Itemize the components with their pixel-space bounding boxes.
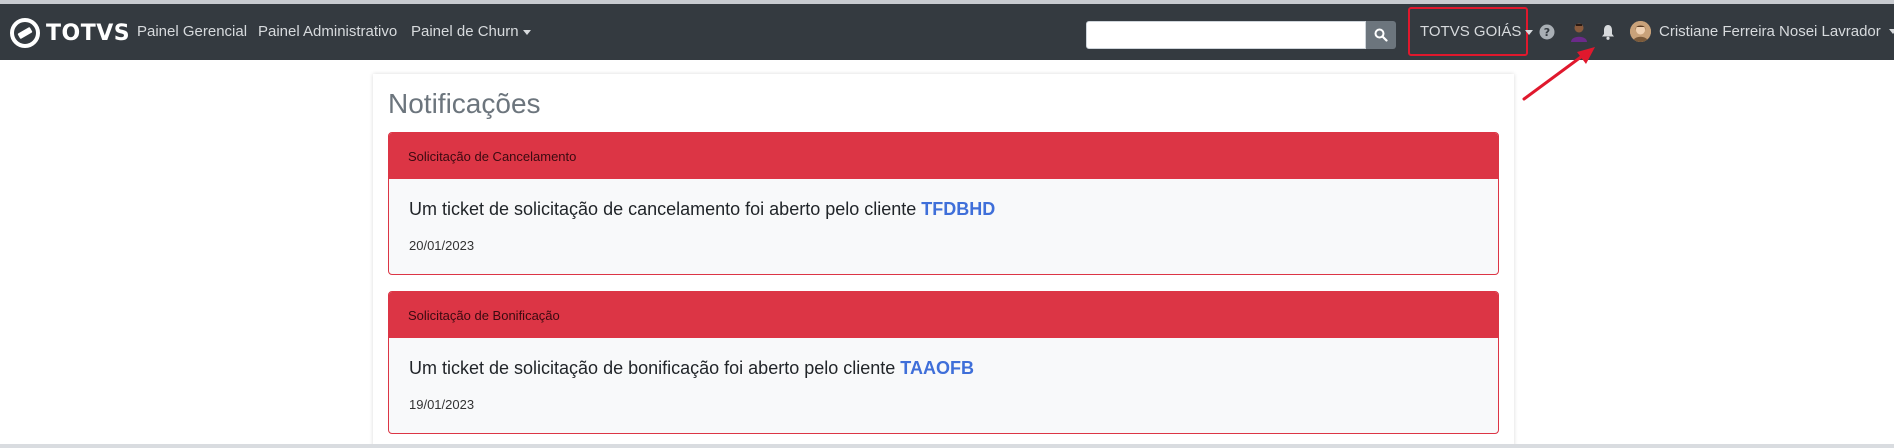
- tenant-label: TOTVS GOIÁS: [1420, 23, 1522, 40]
- user-name: Cristiane Ferreira Nosei Lavrador: [1659, 23, 1881, 40]
- notification-message: Um ticket de solicitação de bonificação …: [409, 358, 1478, 379]
- annotation-arrow-icon: [1522, 47, 1595, 101]
- user-photo-icon: [1630, 21, 1651, 42]
- notification-card: Solicitação de Cancelamento Um ticket de…: [388, 132, 1499, 275]
- totvs-logo-icon: [10, 18, 40, 48]
- notification-body: Um ticket de solicitação de bonificação …: [389, 338, 1498, 412]
- chevron-down-icon: [1525, 29, 1534, 35]
- search-input[interactable]: [1086, 21, 1366, 49]
- notification-card: Solicitação de Bonificação Um ticket de …: [388, 291, 1499, 434]
- horizontal-scrollbar[interactable]: [0, 444, 1894, 448]
- chevron-down-icon: [522, 29, 531, 35]
- tenant-dropdown[interactable]: TOTVS GOIÁS: [1420, 23, 1534, 40]
- top-navbar: TOTVS Painel Gerencial Painel Administra…: [0, 4, 1894, 60]
- svg-text:?: ?: [1544, 26, 1550, 39]
- notification-message-text: Um ticket de solicitação de bonificação …: [409, 358, 896, 378]
- page-title: Notificações: [388, 88, 541, 119]
- question-circle-icon: ?: [1539, 24, 1555, 40]
- brand[interactable]: TOTVS: [10, 17, 130, 49]
- nav-painel-de-churn[interactable]: Painel de Churn: [411, 23, 531, 40]
- notification-date: 19/01/2023: [409, 397, 475, 412]
- brand-name: TOTVS: [46, 20, 131, 46]
- client-link[interactable]: TAAOFB: [900, 358, 974, 378]
- search-button[interactable]: [1366, 21, 1396, 49]
- help-button[interactable]: ?: [1538, 23, 1556, 41]
- bell-icon: [1602, 25, 1614, 40]
- chevron-down-icon: [1888, 29, 1894, 34]
- nav-painel-administrativo[interactable]: Painel Administrativo: [258, 23, 397, 40]
- notification-body: Um ticket de solicitação de cancelamento…: [389, 179, 1498, 253]
- notification-header: Solicitação de Cancelamento: [389, 133, 1498, 179]
- nav-painel-de-churn-label: Painel de Churn: [411, 23, 519, 40]
- notifications-button[interactable]: [1599, 22, 1617, 42]
- notification-message: Um ticket de solicitação de cancelamento…: [409, 199, 1478, 220]
- search-icon: [1374, 28, 1388, 42]
- nav-painel-gerencial[interactable]: Painel Gerencial: [137, 23, 247, 40]
- user-menu[interactable]: Cristiane Ferreira Nosei Lavrador: [1630, 21, 1894, 42]
- avatar: [1630, 21, 1651, 42]
- client-link[interactable]: TFDBHD: [921, 199, 995, 219]
- notification-header: Solicitação de Bonificação: [389, 292, 1498, 338]
- notification-date: 20/01/2023: [409, 238, 475, 253]
- notification-message-text: Um ticket de solicitação de cancelamento…: [409, 199, 917, 219]
